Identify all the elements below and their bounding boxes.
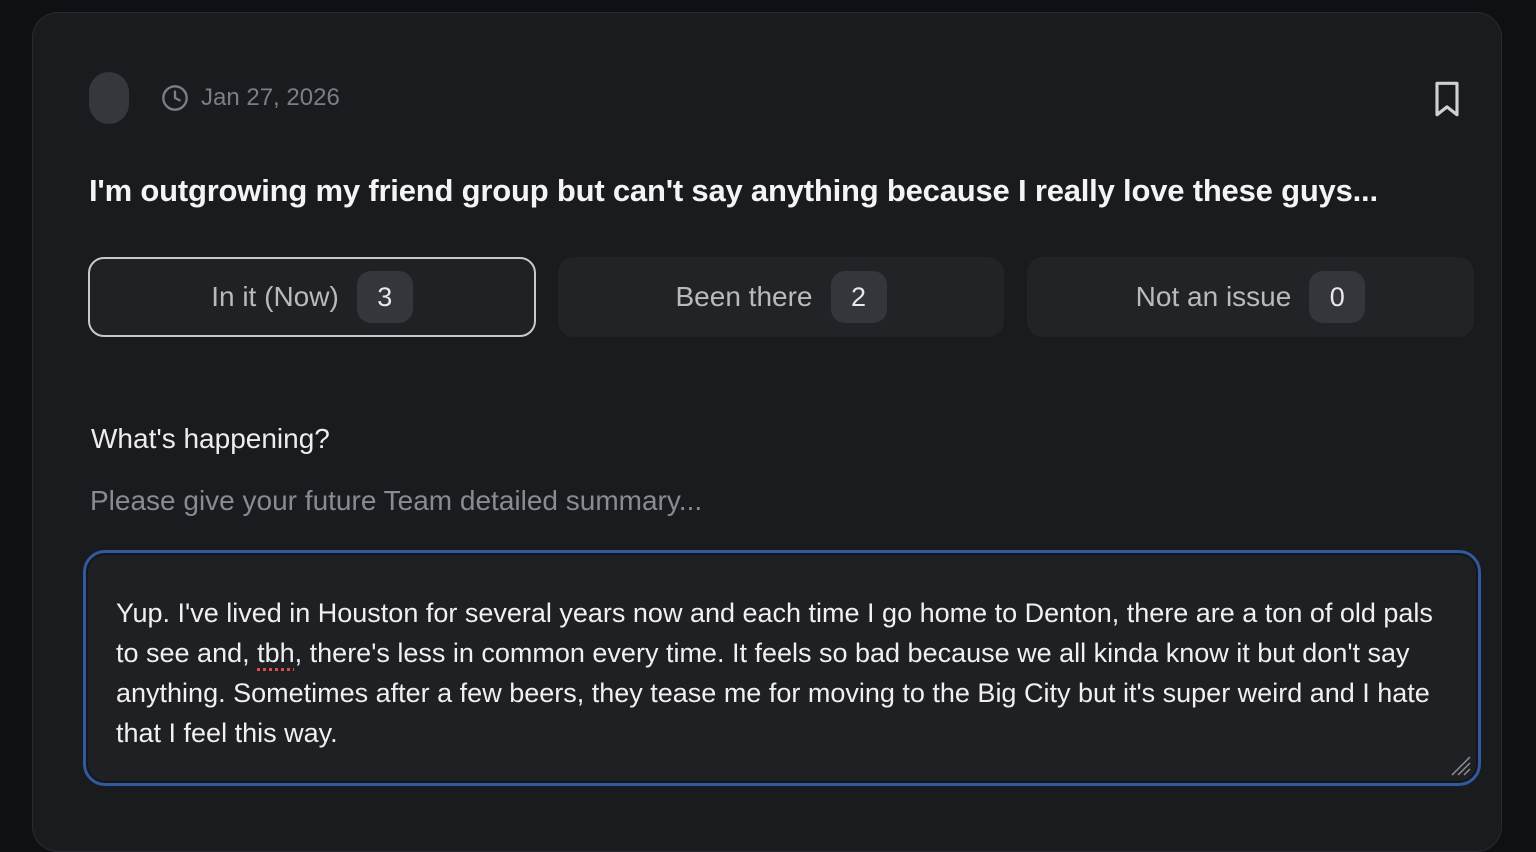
bookmark-icon[interactable] [1429, 79, 1465, 119]
option-been-there[interactable]: Been there 2 [558, 257, 1004, 337]
resize-grip-icon[interactable] [1446, 751, 1472, 777]
summary-textarea[interactable]: Yup. I've lived in Houston for several y… [83, 550, 1481, 786]
post-title: I'm outgrowing my friend group but can't… [89, 173, 1378, 208]
option-not-an-issue[interactable]: Not an issue 0 [1027, 257, 1474, 337]
avatar [89, 72, 129, 124]
spellcheck-flagged-word: tbh [257, 638, 295, 668]
post-meta: Jan 27, 2026 [161, 83, 340, 113]
post-date: Jan 27, 2026 [201, 84, 340, 111]
clock-icon [162, 85, 188, 111]
summary-label: What's happening? [91, 423, 330, 454]
post-card: Jan 27, 2026 I'm outgrowing my friend gr… [32, 12, 1502, 852]
option-in-it-now[interactable]: In it (Now) 3 [88, 257, 536, 337]
status-options: In it (Now) 3 Been there 2 Not an issue … [88, 257, 1474, 339]
option-label: In it (Now) [211, 281, 339, 312]
option-label: Been there [675, 281, 813, 312]
option-count-badge: 2 [830, 271, 887, 323]
summary-text-rest: , there's less in common every time. It … [116, 638, 1430, 748]
option-label: Not an issue [1135, 281, 1292, 312]
option-count-badge: 3 [356, 271, 413, 323]
option-count-badge: 0 [1309, 271, 1366, 323]
summary-helper-text: Please give your future Team detailed su… [90, 485, 703, 516]
